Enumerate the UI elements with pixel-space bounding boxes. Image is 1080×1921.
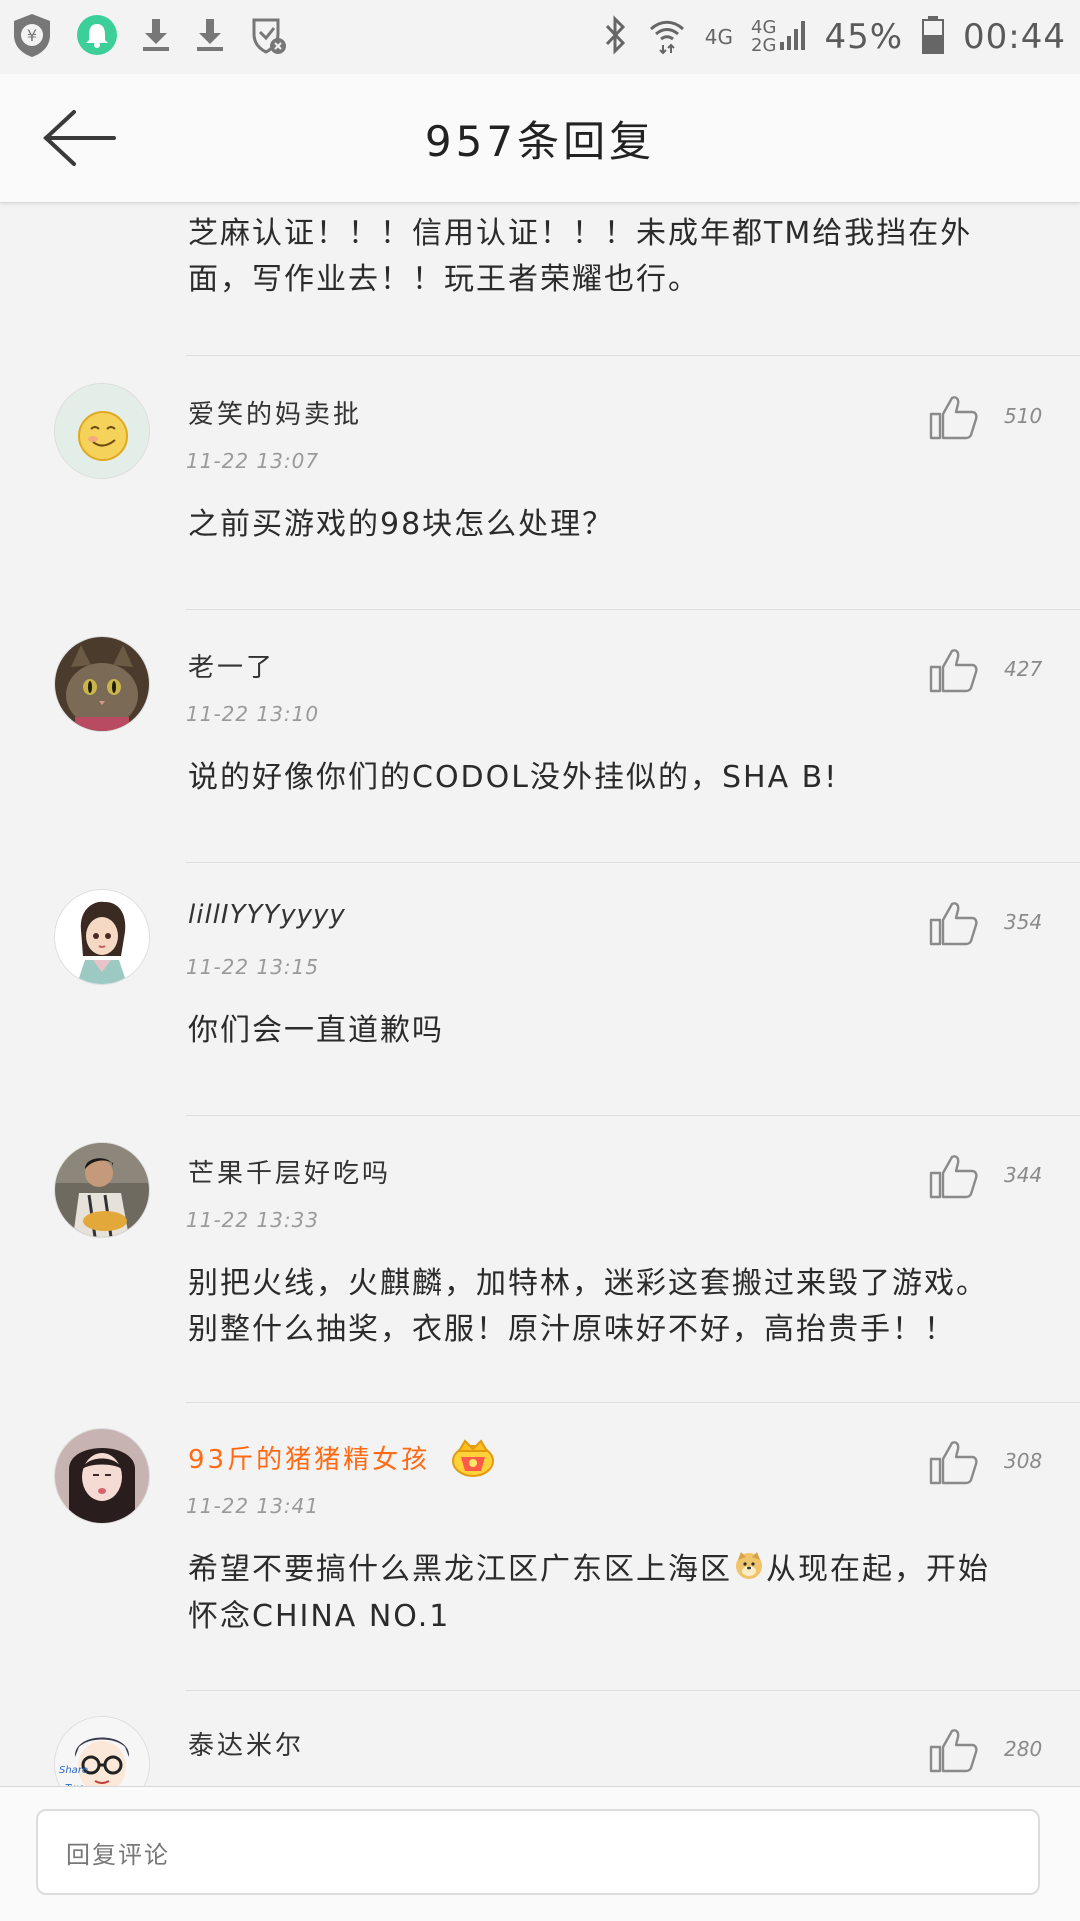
like-button[interactable]: 510: [928, 392, 1043, 440]
avatar[interactable]: [54, 1428, 150, 1524]
username-text: 93斤的猪猪精女孩: [188, 1445, 431, 1475]
like-count: 280: [1004, 1737, 1043, 1761]
download-icon: [194, 17, 226, 57]
content-part-1: 希望不要搞什么黑龙江区广东区上海区: [188, 1552, 732, 1587]
like-button[interactable]: 280: [928, 1725, 1043, 1773]
username[interactable]: 老一了: [188, 647, 275, 684]
download-icon: [140, 17, 172, 57]
like-button[interactable]: 308: [928, 1437, 1043, 1485]
network-bottom-label: 2G: [751, 35, 777, 56]
timestamp: 11-22 13:07: [186, 449, 320, 473]
avatar[interactable]: [54, 889, 150, 985]
divider: [186, 862, 1080, 863]
thumbs-up-icon: [929, 1441, 978, 1485]
avatar[interactable]: Share Two: [54, 1716, 150, 1786]
bluetooth-icon: [603, 15, 629, 59]
comment-content: 你们会一直道歉吗: [188, 1013, 444, 1048]
avatar[interactable]: [54, 636, 150, 732]
username[interactable]: 泰达米尔: [188, 1725, 304, 1762]
divider: [186, 1115, 1080, 1116]
doge-emoji-icon: [734, 1548, 764, 1594]
like-count: 308: [1004, 1449, 1043, 1473]
clock: 00:44: [963, 17, 1066, 57]
avatar[interactable]: [54, 383, 150, 479]
reply-input[interactable]: 回复评论: [36, 1809, 1040, 1895]
username[interactable]: 爱笑的妈卖批: [188, 394, 362, 431]
comment-content: 别把火线，火麒麟，加特林，迷彩这套搬过来毁了游戏。 别整什么抽奖，衣服！原汁原味…: [188, 1266, 988, 1347]
username[interactable]: 芒果千层好吃吗: [188, 1153, 391, 1190]
divider: [186, 1402, 1080, 1403]
thumbs-up-icon: [929, 649, 978, 693]
like-button[interactable]: 354: [928, 898, 1043, 946]
comment-content: 之前买游戏的98块怎么处理？: [188, 507, 615, 542]
timestamp: 11-22 13:15: [186, 955, 320, 979]
timestamp: 11-22 13:33: [186, 1208, 320, 1232]
username-vip[interactable]: 93斤的猪猪精女孩: [188, 1437, 495, 1484]
status-icons-left: ¥: [10, 11, 288, 63]
network-4g-label: 4G: [704, 25, 734, 49]
timestamp: 11-22 13:10: [186, 702, 320, 726]
like-count: 510: [1004, 404, 1043, 428]
divider: [186, 1690, 1080, 1691]
shield-x-icon: [248, 14, 288, 60]
like-count: 354: [1004, 910, 1043, 934]
top-app-bar: 957条回复: [0, 74, 1080, 203]
timestamp: 11-22 13:41: [186, 1494, 320, 1518]
signal-icon: [780, 18, 806, 56]
network-4g-2g: 4G 2G: [751, 18, 806, 56]
thumbs-up-icon: [929, 902, 978, 946]
battery-percent: 45%: [824, 17, 904, 57]
avatar[interactable]: [54, 1142, 150, 1238]
partial-comment-content: 芝麻认证！！！信用认证！！！未成年都TM给我挡在外面，写作业去！！玩王者荣耀也行…: [188, 216, 973, 297]
comment-content: 希望不要搞什么黑龙江区广东区上海区 从现在起，开始怀念CHINA NO.1: [188, 1547, 1018, 1640]
thumbs-up-icon: [929, 1729, 978, 1773]
like-button[interactable]: 344: [928, 1151, 1043, 1199]
bell-icon: [76, 14, 118, 60]
like-count: 427: [1004, 657, 1043, 681]
divider: [186, 355, 1080, 356]
status-icons-right: 4G 4G 2G 45% 00:44: [603, 0, 1066, 74]
svg-text:¥: ¥: [27, 26, 37, 45]
divider: [186, 609, 1080, 610]
wifi-icon: [647, 15, 687, 59]
comment-list[interactable]: 芝麻认证！！！信用认证！！！未成年都TM给我挡在外面，写作业去！！玩王者荣耀也行…: [0, 203, 1080, 1786]
battery-icon: [921, 15, 945, 59]
svg-text:Share: Share: [59, 1765, 88, 1776]
reply-bar: 回复评论: [0, 1786, 1080, 1921]
like-button[interactable]: 427: [928, 645, 1043, 693]
status-bar: ¥ 4G 4G 2G 45% 00:44: [0, 0, 1080, 74]
vip-crown-icon: [451, 1437, 495, 1484]
shield-yen-icon: ¥: [10, 11, 54, 63]
comment-content: 说的好像你们的CODOL没外挂似的，SHA B!: [188, 760, 839, 795]
username[interactable]: lillIYYYyyyy: [188, 900, 346, 930]
page-title: 957条回复: [424, 117, 656, 166]
thumbs-up-icon: [929, 1155, 978, 1199]
like-count: 344: [1004, 1163, 1043, 1187]
thumbs-up-icon: [929, 396, 978, 440]
